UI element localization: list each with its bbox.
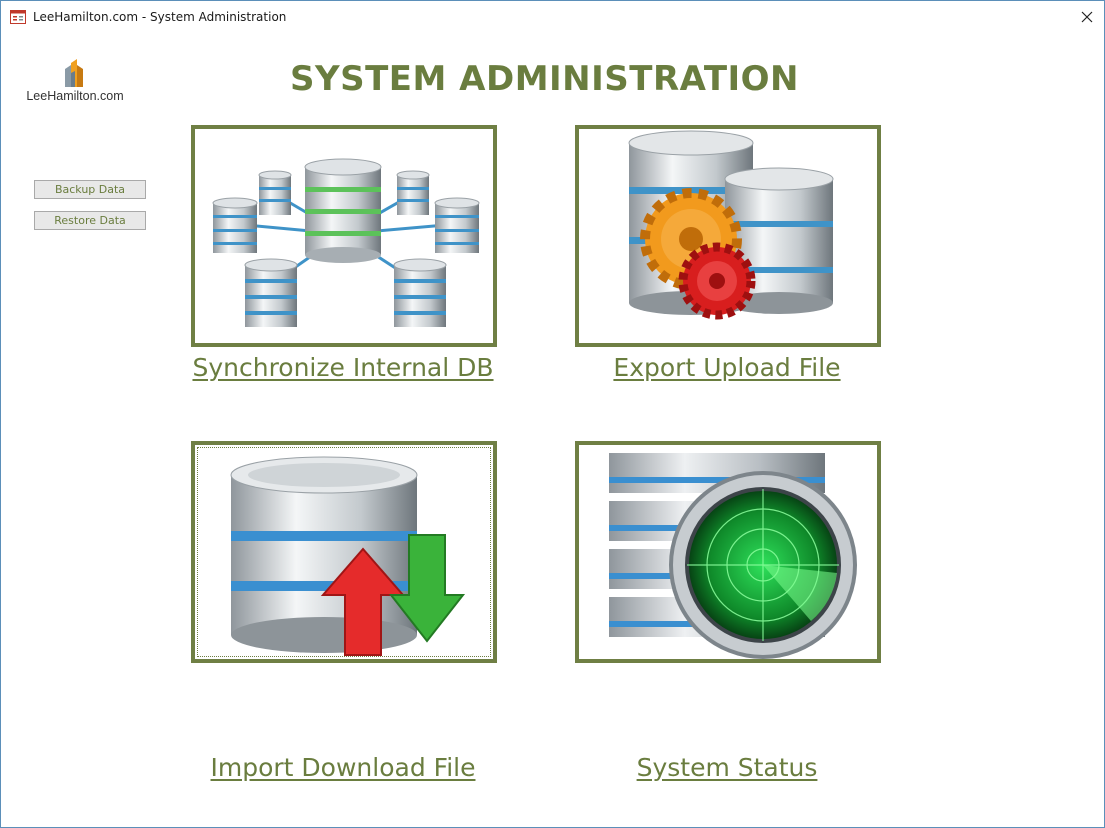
import-download-tile[interactable] bbox=[191, 441, 497, 663]
system-status-tile[interactable] bbox=[575, 441, 881, 663]
import-download-link[interactable]: Import Download File bbox=[143, 753, 543, 782]
database-transfer-icon bbox=[230, 456, 466, 656]
page-title: SYSTEM ADMINISTRATION bbox=[289, 59, 800, 99]
database-gears-icon bbox=[628, 130, 834, 320]
system-status-link[interactable]: System Status bbox=[527, 753, 927, 782]
form-icon bbox=[10, 9, 26, 24]
window-title: LeeHamilton.com - System Administration bbox=[33, 10, 287, 24]
close-button[interactable] bbox=[1070, 1, 1104, 33]
database-network-icon bbox=[212, 158, 480, 327]
backup-data-button[interactable]: Backup Data bbox=[34, 180, 146, 199]
synchronize-db-link[interactable]: Synchronize Internal DB bbox=[143, 353, 543, 382]
export-upload-tile[interactable] bbox=[575, 125, 881, 347]
title-bar[interactable]: LeeHamilton.com - System Administration bbox=[1, 1, 1104, 33]
close-icon bbox=[1081, 11, 1093, 23]
restore-data-button[interactable]: Restore Data bbox=[34, 211, 146, 230]
database-radar-icon bbox=[609, 453, 857, 659]
export-upload-link[interactable]: Export Upload File bbox=[527, 353, 927, 382]
synchronize-db-tile[interactable] bbox=[191, 125, 497, 347]
app-window: LeeHamilton.com - System Administration … bbox=[0, 0, 1105, 828]
